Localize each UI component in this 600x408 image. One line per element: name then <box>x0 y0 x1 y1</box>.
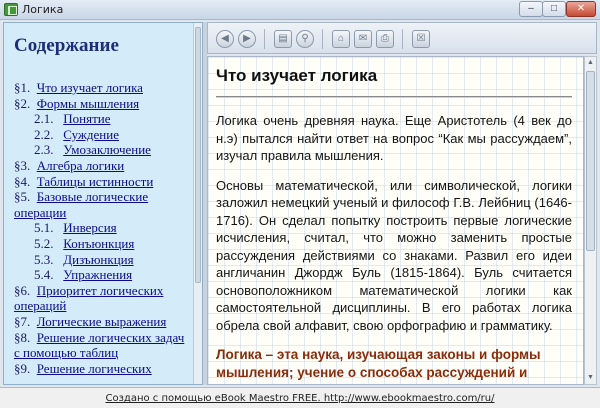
toc-item-number: 5.2. <box>34 235 54 251</box>
toc-item-link[interactable]: Таблицы истинности <box>37 174 154 189</box>
toc-item[interactable]: §2. Формы мышления <box>14 96 192 112</box>
footer: Создано с помощью eBook Maestro FREE. ht… <box>0 387 600 408</box>
back-icon[interactable]: ◀ <box>216 30 234 48</box>
toolbar-separator <box>402 29 403 49</box>
content-scrollbar[interactable]: ▲ ▼ <box>584 56 597 385</box>
toc-scrollbar[interactable] <box>193 23 202 384</box>
toolbar-separator <box>264 29 265 49</box>
toolbar-separator <box>322 29 323 49</box>
toc-item[interactable]: §9. Решение логических <box>14 361 192 377</box>
toc-item-number: 5.4. <box>34 267 54 283</box>
toc-title: Содержание <box>14 35 119 56</box>
toc-item-link[interactable]: Логические выражения <box>37 314 167 329</box>
toc-item-link[interactable]: Конъюнкция <box>63 236 134 251</box>
toc-item-number: §7. <box>14 313 31 329</box>
toc-item-number: §6. <box>14 282 31 298</box>
toc-item[interactable]: 2.3. Умозаключение <box>14 142 192 158</box>
toc-item-link[interactable]: Базовые логические операции <box>14 189 148 220</box>
toc-panel: Содержание §1. Что изучает логика §2. Фор… <box>3 22 203 385</box>
toc-item-link[interactable]: Понятие <box>63 111 110 126</box>
toc-item-number: §3. <box>14 157 31 173</box>
toc-item-number: §5. <box>14 189 31 205</box>
heading-divider <box>216 96 572 98</box>
toc-item[interactable]: §4. Таблицы истинности <box>14 174 192 190</box>
toc-item-number: 2.2. <box>34 126 54 142</box>
toc-item[interactable]: §7. Логические выражения <box>14 314 192 330</box>
close-book-icon[interactable]: ☒ <box>412 30 430 48</box>
toc-item-link[interactable]: Формы мышления <box>37 96 139 111</box>
content-panel: Что изучает логика Логика очень древняя … <box>207 56 584 385</box>
window-titlebar: Логика – □ ✕ <box>0 0 600 20</box>
search-icon[interactable]: ⚲ <box>296 30 314 48</box>
toc-item[interactable]: §1. Что изучает логика <box>14 80 192 96</box>
toc-item-number: §4. <box>14 173 31 189</box>
page-title: Что изучает логика <box>216 66 378 85</box>
toc-item-number: §2. <box>14 95 31 111</box>
scroll-up-icon[interactable]: ▲ <box>586 58 595 68</box>
toc-item-number: 5.3. <box>34 251 54 267</box>
toc-item-number: §9. <box>14 360 31 376</box>
contents-icon[interactable]: ▤ <box>274 30 292 48</box>
minimize-button[interactable]: – <box>519 1 543 17</box>
toolbar: ◀ ▶ ▤ ⚲ ⌂ ✉ ⎙ ☒ <box>207 22 597 54</box>
toc-item-link[interactable]: Алгебра логики <box>37 158 125 173</box>
forward-icon[interactable]: ▶ <box>238 30 256 48</box>
toc-item[interactable]: 2.2. Суждение <box>14 127 192 143</box>
toc-item[interactable]: 5.1. Инверсия <box>14 220 192 236</box>
close-button[interactable]: ✕ <box>566 1 596 17</box>
book-icon <box>4 3 18 16</box>
content-paragraph: Логика очень древняя наука. Еще Аристоте… <box>216 113 572 163</box>
email-icon[interactable]: ✉ <box>354 30 372 48</box>
toc-item-link[interactable]: Решение логических задач с помощью табли… <box>14 330 184 361</box>
toc-item[interactable]: §5. Базовые логические операции <box>14 189 192 220</box>
footer-link[interactable]: Создано с помощью eBook Maestro FREE. ht… <box>105 393 494 404</box>
content-scrollbar-thumb[interactable] <box>586 71 595 251</box>
toc-item-link[interactable]: Инверсия <box>63 220 116 235</box>
window-title: Логика <box>22 3 64 16</box>
toc-item-number: 2.1. <box>34 111 54 127</box>
toc-item[interactable]: §6. Приоритет логических операций <box>14 283 192 314</box>
toc-item[interactable]: §3. Алгебра логики <box>14 158 192 174</box>
toc-item[interactable]: 5.2. Конъюнкция <box>14 236 192 252</box>
toc-list: §1. Что изучает логика §2. Формы мышления… <box>14 80 192 376</box>
definition-text: Логика – эта наука, изучающая законы и ф… <box>216 347 541 380</box>
toc-item-number: 2.3. <box>34 142 54 158</box>
toc-item-link[interactable]: Что изучает логика <box>37 80 143 95</box>
toc-item-link[interactable]: Приоритет логических операций <box>14 283 163 314</box>
print-icon[interactable]: ⎙ <box>376 30 394 48</box>
content-paragraph: Основы математической, или символической… <box>216 177 572 333</box>
toc-item-number: §8. <box>14 329 31 345</box>
toc-item-number: 5.1. <box>34 220 54 236</box>
toc-item-link[interactable]: Упражнения <box>63 267 132 282</box>
toc-item[interactable]: §8. Решение логических задач с помощью т… <box>14 330 192 361</box>
maximize-button[interactable]: □ <box>542 1 566 17</box>
toc-item-link[interactable]: Решение логических <box>37 361 152 376</box>
toc-item-number: §1. <box>14 80 31 95</box>
toc-item[interactable]: 2.1. Понятие <box>14 111 192 127</box>
home-icon[interactable]: ⌂ <box>332 30 350 48</box>
toc-item-link[interactable]: Дизъюнкция <box>63 252 133 267</box>
toc-item-link[interactable]: Умозаключение <box>63 142 151 157</box>
toc-scrollbar-thumb[interactable] <box>195 27 201 283</box>
scroll-down-icon[interactable]: ▼ <box>586 373 595 383</box>
toc-item[interactable]: 5.3. Дизъюнкция <box>14 252 192 268</box>
toc-item-link[interactable]: Суждение <box>63 127 119 142</box>
toc-item[interactable]: 5.4. Упражнения <box>14 267 192 283</box>
